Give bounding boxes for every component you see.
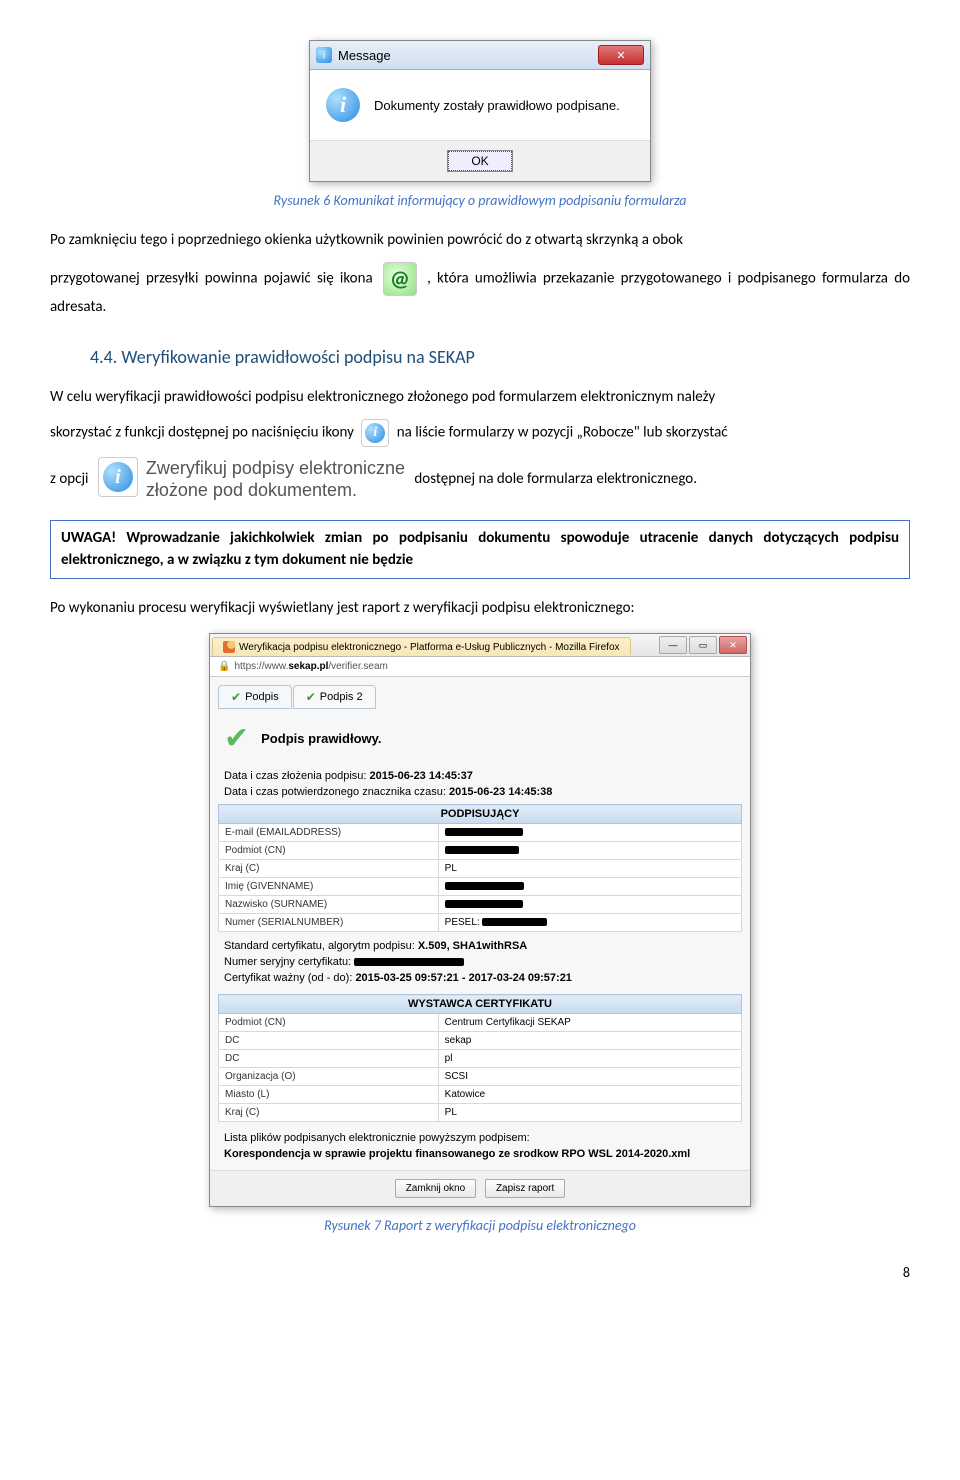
dialog-title: Message (338, 48, 391, 63)
table-cell-value (438, 842, 741, 860)
signer-header: PODPISUJĄCY (219, 805, 742, 824)
section-heading: 4.4. Weryfikowanie prawidłowości podpisu… (90, 346, 910, 368)
close-window-button[interactable]: Zamknij okno (395, 1179, 476, 1198)
table-cell-label: Organizacja (O) (219, 1068, 439, 1086)
redacted-bar (445, 846, 519, 854)
lock-icon: 🔒 (218, 661, 230, 672)
browser-tab[interactable]: Weryfikacja podpisu elektronicznego - Pl… (212, 637, 631, 655)
table-cell-label: Numer (SERIALNUMBER) (219, 914, 439, 932)
table-cell-value: pl (438, 1050, 741, 1068)
signature-tabs: ✔Podpis ✔Podpis 2 (218, 685, 742, 709)
firefox-window: Weryfikacja podpisu elektronicznego - Pl… (209, 633, 751, 1207)
table-cell-value: Katowice (438, 1086, 741, 1104)
warning-label: UWAGA! (61, 529, 116, 547)
maximize-icon[interactable]: ▭ (689, 636, 717, 654)
table-cell-label: Imię (GIVENNAME) (219, 878, 439, 896)
redacted-bar (445, 900, 523, 908)
signed-file: Korespondencja w sprawie projektu finans… (218, 1146, 742, 1162)
figure-caption-7: Rysunek 7 Raport z weryfikacji podpisu e… (50, 1217, 910, 1234)
info-icon: i (98, 457, 138, 497)
verify-signature-option: i Zweryfikuj podpisy elektroniczne złożo… (98, 457, 405, 502)
table-cell-label: DC (219, 1050, 439, 1068)
table-cell-label: Podmiot (CN) (219, 842, 439, 860)
tab-podpis-1[interactable]: ✔Podpis (218, 685, 292, 709)
warning-text: Wprowadzanie jakichkolwiek zmian po podp… (61, 529, 899, 570)
body-text: W celu weryfikacji prawidłowości podpisu… (50, 386, 910, 409)
body-text: przygotowanej przesyłki powinna pojawić … (50, 262, 910, 319)
info-icon: i (326, 88, 360, 122)
firefox-favicon (223, 641, 235, 653)
table-cell-label: Podmiot (CN) (219, 1014, 439, 1032)
table-cell-label: DC (219, 1032, 439, 1050)
table-cell-value: SCSI (438, 1068, 741, 1086)
body-text: skorzystać z funkcji dostępnej po naciśn… (50, 419, 910, 447)
table-cell-value (438, 824, 741, 842)
dialog-message: Dokumenty zostały prawidłowo podpisane. (374, 98, 620, 113)
signature-status: Podpis prawidłowy. (261, 731, 381, 746)
signature-date-2: Data i czas potwierdzonego znacznika cza… (218, 784, 742, 800)
minimize-icon[interactable]: — (659, 636, 687, 654)
table-cell-value (438, 878, 741, 896)
check-icon: ✔ (231, 690, 241, 704)
issuer-header: WYSTAWCA CERTYFIKATU (219, 995, 742, 1014)
table-cell-label: E-mail (EMAILADDRESS) (219, 824, 439, 842)
body-text: z opcji i Zweryfikuj podpisy elektronicz… (50, 457, 910, 502)
cert-serial: Numer seryjny certyfikatu: (218, 954, 742, 970)
address-bar[interactable]: 🔒 https://www.sekap.pl/verifier.seam (210, 657, 750, 677)
issuer-table: WYSTAWCA CERTYFIKATU Podmiot (CN)Centrum… (218, 994, 742, 1122)
warning-box: UWAGA! Wprowadzanie jakichkolwiek zmian … (50, 520, 910, 579)
at-send-icon: @ (383, 262, 417, 296)
table-cell-label: Kraj (C) (219, 860, 439, 878)
table-cell-value: Centrum Certyfikacji SEKAP (438, 1014, 741, 1032)
page-number: 8 (50, 1264, 910, 1281)
window-titlebar[interactable]: Weryfikacja podpisu elektronicznego - Pl… (210, 634, 750, 657)
signature-date-1: Data i czas złożenia podpisu: 2015-06-23… (218, 768, 742, 784)
info-icon: i (361, 419, 389, 447)
message-dialog: i Message ✕ i Dokumenty zostały prawidło… (309, 40, 651, 182)
redacted-bar (482, 918, 547, 926)
close-icon[interactable]: ✕ (719, 636, 747, 654)
table-cell-value: sekap (438, 1032, 741, 1050)
file-list-label: Lista plików podpisanych elektronicznie … (218, 1130, 742, 1146)
dialog-title-icon: i (316, 47, 332, 63)
signature-valid-row: ✔ Podpis prawidłowy. (218, 717, 742, 768)
table-cell-value (438, 896, 741, 914)
body-text: Po wykonaniu procesu weryfikacji wyświet… (50, 597, 910, 620)
save-report-button[interactable]: Zapisz raport (485, 1179, 565, 1198)
dialog-titlebar[interactable]: i Message ✕ (310, 41, 650, 70)
tab-podpis-2[interactable]: ✔Podpis 2 (293, 685, 376, 709)
table-cell-value: PL (438, 1104, 741, 1122)
table-cell-label: Kraj (C) (219, 1104, 439, 1122)
close-icon[interactable]: ✕ (598, 45, 644, 65)
table-cell-value: PL (438, 860, 741, 878)
cert-validity: Certyfikat ważny (od - do): 2015-03-25 0… (218, 970, 742, 986)
check-icon: ✔ (224, 721, 249, 756)
table-cell-value: PESEL: (438, 914, 741, 932)
check-icon: ✔ (306, 690, 316, 704)
ok-button[interactable]: OK (448, 151, 511, 171)
body-text: Po zamknięciu tego i poprzedniego okienk… (50, 229, 910, 252)
table-cell-label: Nazwisko (SURNAME) (219, 896, 439, 914)
redacted-bar (445, 882, 524, 890)
redacted-bar (354, 958, 464, 966)
figure-caption-6: Rysunek 6 Komunikat informujący o prawid… (50, 192, 910, 209)
redacted-bar (445, 828, 524, 836)
cert-standard: Standard certyfikatu, algorytm podpisu: … (218, 938, 742, 954)
signer-table: PODPISUJĄCY E-mail (EMAILADDRESS)Podmiot… (218, 804, 742, 932)
table-cell-label: Miasto (L) (219, 1086, 439, 1104)
